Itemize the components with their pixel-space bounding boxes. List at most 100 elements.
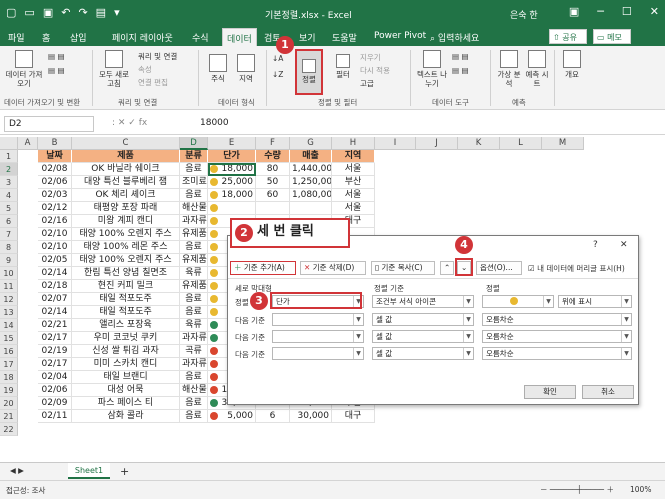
outline-button[interactable]: 개요 (560, 50, 584, 79)
table-cell[interactable]: 태평양 포장 파래 (72, 202, 180, 215)
text-to-columns-button[interactable]: 텍스트 나누기 (416, 50, 448, 88)
from-web-icon[interactable]: ▤ ▤ (48, 66, 65, 75)
copy-level-button[interactable]: ▯ 기준 복사(C) (371, 261, 435, 275)
forecast-sheet-button[interactable]: 예측 시트 (524, 50, 550, 88)
row-header[interactable]: 12 (0, 293, 18, 306)
table-cell[interactable]: 02/08 (38, 163, 72, 176)
name-box[interactable]: D2 (4, 116, 94, 132)
tab-help[interactable]: 도움말 (332, 31, 357, 44)
table-cell[interactable]: 음료 (180, 410, 208, 423)
table-cell[interactable]: 음료 (180, 241, 208, 254)
order-select[interactable]: 오름차순 ▼ (482, 330, 632, 343)
close-icon[interactable]: ✕ (650, 5, 659, 18)
column-header-c[interactable]: C (72, 137, 180, 150)
table-cell[interactable] (256, 202, 290, 215)
formula-icons[interactable]: : ✕ ✓ fx (112, 118, 147, 128)
column-header-k[interactable]: K (458, 137, 500, 150)
zoom-slider[interactable]: － ──────┼───── ＋ (540, 484, 614, 495)
column-header-f[interactable]: F (256, 137, 290, 150)
row-header[interactable]: 5 (0, 202, 18, 215)
close-icon[interactable]: ✕ (620, 240, 628, 250)
table-cell[interactable]: 곡류 (180, 345, 208, 358)
table-cell[interactable]: 대양 특선 블루베리 잼 (72, 176, 180, 189)
row-header[interactable]: 14 (0, 319, 18, 332)
flash-fill-icon[interactable]: ▤ ▤ (452, 52, 469, 61)
search-box[interactable]: ⌕ 입력하세요 (430, 31, 479, 44)
table-cell[interactable]: 태일 적포도주 (72, 306, 180, 319)
table-cell[interactable]: 현진 커피 밀크 (72, 280, 180, 293)
header-cell[interactable]: 제품 (72, 150, 180, 163)
tab-insert[interactable]: 삽입 (70, 31, 87, 44)
order-select[interactable]: 위에 표시 ▼ (558, 295, 632, 308)
edit-links-button[interactable]: 연결 편집 (138, 77, 168, 88)
table-cell[interactable]: 부산 (332, 176, 375, 189)
table-cell[interactable]: 60 (256, 189, 290, 202)
column-header-j[interactable]: J (416, 137, 458, 150)
table-cell[interactable]: 미미 스카치 캔디 (72, 358, 180, 371)
sheet-nav-icons[interactable]: ◀ ▶ (10, 466, 24, 475)
row-header[interactable]: 2 (0, 163, 18, 176)
table-cell[interactable]: 02/21 (38, 319, 72, 332)
table-cell[interactable]: 음료 (180, 189, 208, 202)
table-cell[interactable]: 삼화 콜라 (72, 410, 180, 423)
table-cell[interactable]: 02/17 (38, 332, 72, 345)
from-text-icon[interactable]: ▤ ▤ (48, 52, 65, 61)
properties-button[interactable]: 속성 (138, 64, 152, 75)
column-header-a[interactable]: A (18, 137, 38, 150)
print-preview-icon[interactable]: ▤ (96, 6, 106, 19)
table-cell[interactable]: 육류 (180, 267, 208, 280)
tab-home[interactable]: 홈 (42, 31, 50, 44)
row-header[interactable]: 3 (0, 176, 18, 189)
header-cell[interactable]: 수량 (256, 150, 290, 163)
table-cell[interactable]: 과자류 (180, 332, 208, 345)
table-cell[interactable]: 02/14 (38, 306, 72, 319)
tab-file[interactable]: 파일 (8, 31, 25, 44)
filter-button[interactable]: 필터 (332, 54, 354, 79)
table-cell[interactable]: 태양 100% 오렌지 주스 (72, 228, 180, 241)
table-cell[interactable]: 80 (256, 163, 290, 176)
column-header-l[interactable]: L (500, 137, 542, 150)
table-cell[interactable]: 신성 쌀 튀김 과자 (72, 345, 180, 358)
accessibility-status[interactable]: 접근성: 조사 (6, 485, 45, 496)
formula-input[interactable]: 18000 (200, 118, 229, 128)
header-cell[interactable]: 날짜 (38, 150, 72, 163)
table-cell[interactable]: 음료 (180, 293, 208, 306)
tab-data[interactable]: 데이터 (222, 28, 257, 46)
table-cell[interactable]: 음료 (180, 306, 208, 319)
table-cell[interactable]: 02/04 (38, 371, 72, 384)
sort-za-icon[interactable]: ↓Z (272, 70, 283, 79)
row-header[interactable]: 1 (0, 150, 18, 163)
table-cell[interactable]: 유제품 (180, 280, 208, 293)
queries-connections-button[interactable]: 쿼리 및 연결 (138, 51, 177, 62)
header-cell[interactable]: 단가 (208, 150, 256, 163)
price-cell[interactable]: 18,000 (208, 189, 256, 202)
column-header-m[interactable]: M (542, 137, 584, 150)
table-cell[interactable]: 대성 어묵 (72, 384, 180, 397)
sort-az-icon[interactable]: ↓A (272, 54, 283, 63)
advanced-button[interactable]: 고급 (360, 78, 374, 89)
clear-filter-button[interactable]: 지우기 (360, 52, 381, 63)
select-all[interactable] (0, 137, 18, 150)
undo-icon[interactable]: ↶ (61, 6, 70, 19)
table-cell[interactable]: 과자류 (180, 215, 208, 228)
table-cell[interactable]: 02/09 (38, 397, 72, 410)
table-cell[interactable]: 50 (256, 176, 290, 189)
table-cell[interactable]: 해산물 (180, 384, 208, 397)
cancel-button[interactable]: 취소 (582, 385, 634, 399)
geography-button[interactable]: 지역 (234, 54, 258, 83)
table-cell[interactable]: 서울 (332, 189, 375, 202)
ok-button[interactable]: 확인 (524, 385, 576, 399)
row-header[interactable]: 8 (0, 241, 18, 254)
table-cell[interactable]: 02/11 (38, 410, 72, 423)
sort-button[interactable]: 정렬 (295, 49, 323, 95)
table-cell[interactable]: 태일 브랜디 (72, 371, 180, 384)
remove-dup-icon[interactable]: ▤ ▤ (452, 66, 469, 75)
column-header-i[interactable]: I (375, 137, 416, 150)
row-header[interactable]: 18 (0, 371, 18, 384)
row-header[interactable]: 16 (0, 345, 18, 358)
zoom-level[interactable]: 100% (630, 485, 651, 494)
header-cell[interactable]: 매출 (290, 150, 332, 163)
save-icon[interactable]: ▣ (43, 6, 53, 19)
table-cell[interactable]: OK 체리 셰이크 (72, 189, 180, 202)
sheet-tab-sheet1[interactable]: Sheet1 (68, 463, 110, 479)
